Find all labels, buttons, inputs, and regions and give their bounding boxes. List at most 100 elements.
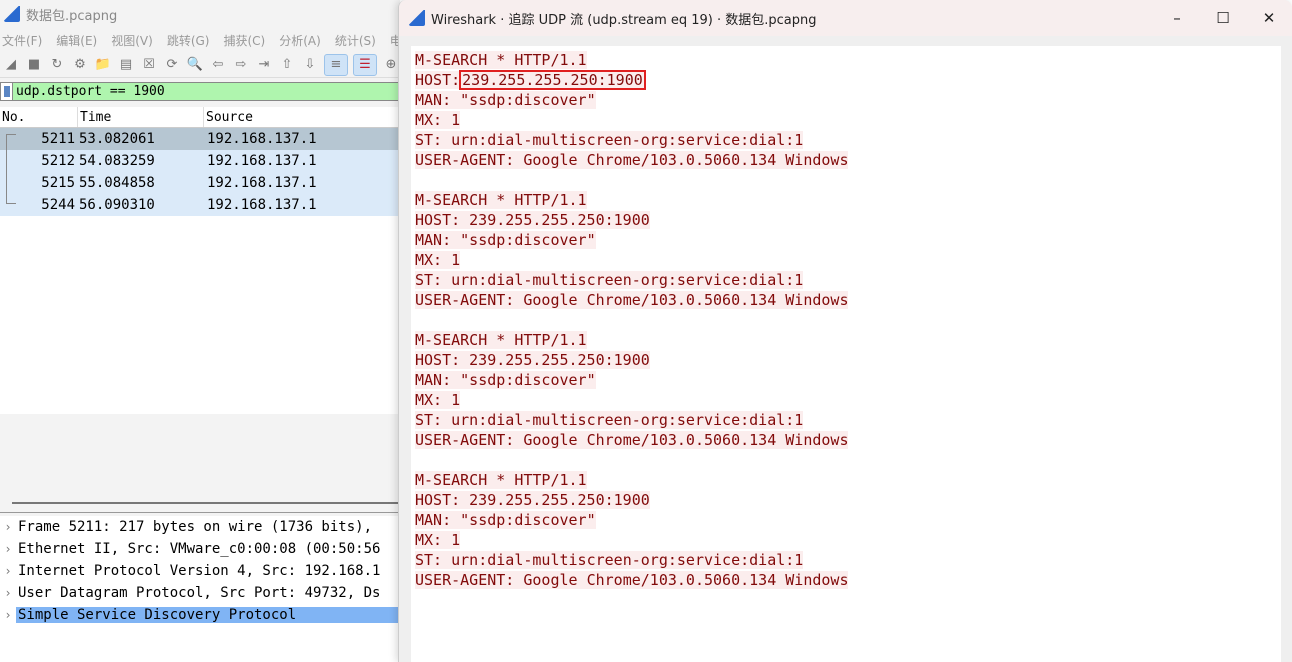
mx-line: MX: 1 — [415, 111, 461, 129]
reload-icon[interactable]: ⟳ — [163, 56, 181, 74]
save-file-icon[interactable]: ▤ — [117, 56, 135, 74]
packet-row[interactable]: 5244 56.090310 192.168.137.1 — [0, 194, 400, 216]
st-line: ST: urn:dial-multiscreen-org:service:dia… — [415, 411, 804, 429]
expand-chevron-icon[interactable]: › — [0, 542, 16, 556]
stream-line: MAN: "ssdp:discover" — [415, 230, 1281, 250]
packet-time: 56.090310 — [79, 197, 155, 213]
host-label: HOST: — [415, 71, 461, 89]
packet-source: 192.168.137.1 — [207, 175, 317, 191]
stream-line: HOST: 239.255.255.250:1900 — [415, 350, 1281, 370]
display-filter-bar[interactable]: udp.dstport == 1900 — [0, 82, 400, 101]
request-line: M-SEARCH * HTTP/1.1 — [415, 471, 587, 489]
expand-chevron-icon[interactable]: › — [0, 520, 16, 534]
stream-line: M-SEARCH * HTTP/1.1 — [415, 190, 1281, 210]
detail-text: Frame 5211: 217 bytes on wire (1736 bits… — [18, 519, 373, 535]
detail-text: Internet Protocol Version 4, Src: 192.16… — [18, 563, 381, 579]
shark-fin-start-icon[interactable]: ◢ — [2, 56, 20, 74]
pane-splitter[interactable] — [0, 494, 400, 514]
host-value: 239.255.255.250:1900 — [459, 70, 646, 90]
first-packet-icon[interactable]: ⇧ — [278, 56, 296, 74]
stream-line: M-SEARCH * HTTP/1.1 — [415, 470, 1281, 490]
dialog-title: Wireshark · 追踪 UDP 流 (udp.stream eq 19) … — [431, 12, 817, 28]
stop-icon[interactable]: ■ — [25, 56, 43, 74]
detail-tree-item[interactable]: › Frame 5211: 217 bytes on wire (1736 bit… — [0, 516, 400, 538]
packet-time: 54.083259 — [79, 153, 155, 169]
autoscroll-icon[interactable]: ≡ — [324, 53, 348, 76]
minimize-button[interactable]: – — [1154, 0, 1200, 36]
menu-item[interactable]: 分析(A) — [279, 32, 321, 49]
menu-item[interactable]: 文件(F) — [2, 32, 42, 49]
menu-bar: 文件(F) 编辑(E) 视图(V) 跳转(G) 捕获(C) 分析(A) 统计(S) 电 — [0, 28, 400, 52]
last-packet-icon[interactable]: ⇩ — [301, 56, 319, 74]
user-agent-line: USER-AGENT: Google Chrome/103.0.5060.134… — [415, 291, 849, 309]
detail-text: User Datagram Protocol, Src Port: 49732,… — [18, 585, 381, 601]
stream-line: MX: 1 — [415, 110, 1281, 130]
menu-item[interactable]: 跳转(G) — [167, 32, 210, 49]
stream-line: ST: urn:dial-multiscreen-org:service:dia… — [415, 410, 1281, 430]
conversation-bracket — [6, 134, 16, 204]
menu-item[interactable]: 视图(V) — [111, 32, 153, 49]
stream-line: HOST: 239.255.255.250:1900 — [415, 490, 1281, 510]
host-line: HOST: 239.255.255.250:1900 — [415, 211, 650, 229]
stream-content[interactable]: M-SEARCH * HTTP/1.1 HOST: 239.255.255.250:… — [411, 46, 1281, 662]
detail-tree-item[interactable]: › Ethernet II, Src: VMware_c0:00:08 (00:5… — [0, 538, 400, 560]
main-title-bar: 数据包.pcapng — [0, 0, 400, 28]
wireshark-logo-icon — [409, 10, 425, 26]
forward-arrow-icon[interactable]: ⇨ — [232, 56, 250, 74]
menu-item[interactable]: 捕获(C) — [223, 32, 265, 49]
colorize-icon[interactable]: ☰ — [353, 53, 377, 76]
detail-tree-item[interactable]: › Internet Protocol Version 4, Src: 192.1… — [0, 560, 400, 582]
open-folder-icon[interactable]: 📁 — [94, 56, 112, 74]
request-line: M-SEARCH * HTTP/1.1 — [415, 191, 587, 209]
man-line: MAN: "ssdp:discover" — [415, 231, 596, 249]
packet-row[interactable]: 5212 54.083259 192.168.137.1 — [0, 150, 400, 172]
menu-item[interactable]: 统计(S) — [335, 32, 376, 49]
packet-row[interactable]: 5215 55.084858 192.168.137.1 — [0, 172, 400, 194]
back-arrow-icon[interactable]: ⇦ — [209, 56, 227, 74]
follow-udp-stream-dialog: Wireshark · 追踪 UDP 流 (udp.stream eq 19) … — [398, 0, 1292, 662]
host-label: HOST: — [415, 351, 461, 369]
request-line: M-SEARCH * HTTP/1.1 — [415, 51, 587, 69]
detail-tree-item[interactable]: › User Datagram Protocol, Src Port: 49732… — [0, 582, 400, 604]
packet-list-header: No. Time Source — [0, 107, 400, 128]
host-label: HOST: — [415, 211, 461, 229]
man-line: MAN: "ssdp:discover" — [415, 371, 596, 389]
goto-packet-icon[interactable]: ⇥ — [255, 56, 273, 74]
expand-chevron-icon[interactable]: › — [0, 608, 16, 622]
packet-row[interactable]: 5211 53.082061 192.168.137.1 — [0, 128, 400, 150]
packet-source: 192.168.137.1 — [207, 153, 317, 169]
stream-line: USER-AGENT: Google Chrome/103.0.5060.134… — [415, 290, 1281, 310]
main-title: 数据包.pcapng — [26, 8, 118, 24]
close-button[interactable]: ✕ — [1246, 0, 1292, 36]
wireshark-logo-icon — [4, 6, 20, 22]
stream-line: MX: 1 — [415, 250, 1281, 270]
menu-item[interactable]: 编辑(E) — [56, 32, 97, 49]
column-header-source[interactable]: Source — [204, 107, 400, 127]
expand-chevron-icon[interactable]: › — [0, 586, 16, 600]
close-file-icon[interactable]: ☒ — [140, 56, 158, 74]
packet-time: 53.082061 — [79, 131, 155, 147]
stream-line: USER-AGENT: Google Chrome/103.0.5060.134… — [415, 430, 1281, 450]
column-header-time[interactable]: Time — [78, 107, 204, 127]
stream-line: USER-AGENT: Google Chrome/103.0.5060.134… — [415, 570, 1281, 590]
packet-source: 192.168.137.1 — [207, 131, 317, 147]
detail-text: Ethernet II, Src: VMware_c0:00:08 (00:50… — [18, 541, 381, 557]
display-filter-input[interactable]: udp.dstport == 1900 — [13, 84, 165, 99]
find-icon[interactable]: 🔍 — [186, 56, 204, 74]
stream-line: MAN: "ssdp:discover" — [415, 370, 1281, 390]
options-gear-icon[interactable]: ⚙ — [71, 56, 89, 74]
restart-icon[interactable]: ↻ — [48, 56, 66, 74]
bookmark-icon[interactable] — [1, 83, 13, 100]
host-value: 239.255.255.250:1900 — [460, 351, 650, 369]
detail-text: Simple Service Discovery Protocol — [16, 607, 400, 623]
stream-line: ST: urn:dial-multiscreen-org:service:dia… — [415, 550, 1281, 570]
user-agent-line: USER-AGENT: Google Chrome/103.0.5060.134… — [415, 151, 849, 169]
mx-line: MX: 1 — [415, 531, 461, 549]
expand-chevron-icon[interactable]: › — [0, 564, 16, 578]
user-agent-line: USER-AGENT: Google Chrome/103.0.5060.134… — [415, 571, 849, 589]
detail-tree-item[interactable]: › Simple Service Discovery Protocol — [0, 604, 400, 626]
column-header-no[interactable]: No. — [0, 107, 78, 127]
maximize-button[interactable]: ☐ — [1200, 0, 1246, 36]
host-line: HOST: 239.255.255.250:1900 — [415, 351, 650, 369]
